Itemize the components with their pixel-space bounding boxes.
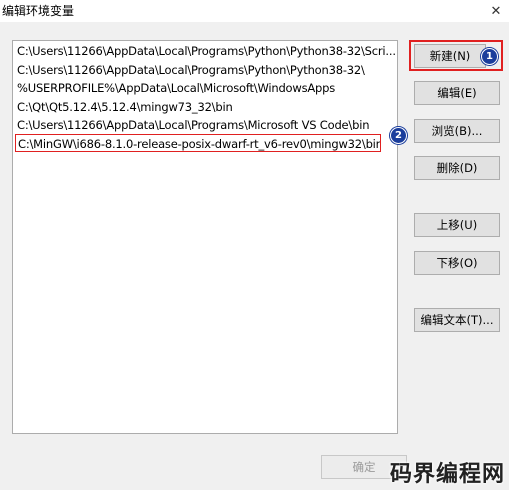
- annotation-marker-1: 1: [481, 48, 498, 65]
- edit-button[interactable]: 编辑(E): [414, 81, 500, 105]
- move-up-button[interactable]: 上移(U): [414, 213, 500, 237]
- title-bar: 编辑环境变量 ✕: [0, 0, 509, 22]
- delete-button[interactable]: 删除(D): [414, 156, 500, 180]
- window-title: 编辑环境变量: [2, 4, 75, 18]
- list-item[interactable]: C:\Users\11266\AppData\Local\Programs\Py…: [15, 42, 395, 60]
- browse-button[interactable]: 浏览(B)...: [414, 119, 500, 143]
- edit-text-button[interactable]: 编辑文本(T)...: [414, 308, 500, 332]
- list-item[interactable]: C:\Users\11266\AppData\Local\Programs\Py…: [15, 61, 395, 79]
- list-item[interactable]: %USERPROFILE%\AppData\Local\Microsoft\Wi…: [15, 79, 395, 97]
- path-list[interactable]: C:\Users\11266\AppData\Local\Programs\Py…: [12, 40, 398, 434]
- list-item[interactable]: C:\Users\11266\AppData\Local\Programs\Mi…: [15, 116, 395, 134]
- move-down-button[interactable]: 下移(O): [414, 251, 500, 275]
- new-button[interactable]: 新建(N): [414, 44, 486, 68]
- list-item[interactable]: C:\Qt\Qt5.12.4\5.12.4\mingw73_32\bin: [15, 98, 395, 116]
- annotation-marker-2: 2: [390, 127, 407, 144]
- list-item-selected[interactable]: C:\MinGW\i686-8.1.0-release-posix-dwarf-…: [15, 134, 381, 152]
- close-icon[interactable]: ✕: [483, 0, 509, 22]
- watermark: 码界编程网: [389, 462, 505, 487]
